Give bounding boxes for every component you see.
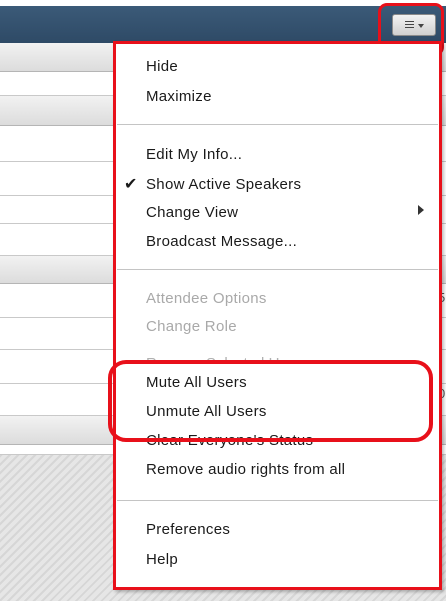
menu-item-preferences[interactable]: Preferences [146,515,230,545]
menu-item-broadcast-message[interactable]: Broadcast Message... [146,227,297,257]
checkmark-icon: ✔ [124,176,138,193]
menu-separator [117,500,438,501]
menu-item-remove-audio-rights[interactable]: Remove audio rights from all [146,455,345,485]
menu-separator [117,124,438,125]
menu-item-change-view[interactable]: Change View [146,198,238,228]
menu-separator [117,269,438,270]
menu-item-change-role: Change Role [146,318,237,335]
mute-items-highlight [108,360,433,442]
menu-item-show-active-speakers[interactable]: Show Active Speakers [146,170,301,200]
menu-item-attendee-options: Attendee Options [146,290,267,307]
menu-item-help[interactable]: Help [146,545,178,575]
menu-item-maximize[interactable]: Maximize [146,82,212,112]
submenu-arrow-icon [418,205,424,215]
menu-item-hide[interactable]: Hide [146,52,178,82]
menu-item-edit-my-info[interactable]: Edit My Info... [146,140,242,170]
